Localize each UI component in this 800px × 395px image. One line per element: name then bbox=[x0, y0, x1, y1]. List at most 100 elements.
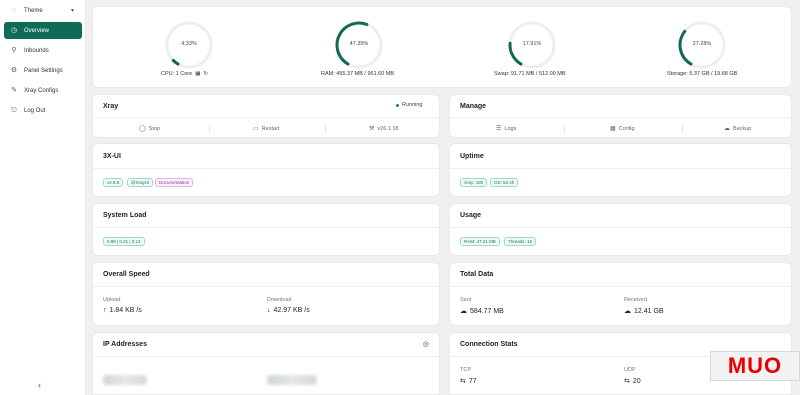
upload-label: Upload bbox=[103, 297, 121, 303]
sidebar-item-xray-configs[interactable]: ✎ Xray Configs bbox=[4, 82, 82, 99]
xray-status: Running bbox=[396, 102, 423, 108]
sidebar-item-log-out[interactable]: ⎋ Log Out bbox=[4, 102, 82, 119]
stop-button[interactable]: ◯ Stop bbox=[139, 125, 161, 133]
config-button[interactable]: ▦ Config bbox=[610, 125, 635, 133]
stop-label: Stop bbox=[148, 125, 161, 132]
ram-usage-tag: RAM: 47.21 MB bbox=[460, 237, 500, 246]
logs-label: Logs bbox=[504, 125, 517, 132]
separator bbox=[682, 125, 683, 133]
backup-button[interactable]: ☁ Backup bbox=[724, 125, 752, 133]
cloud-download-icon: ☁ bbox=[624, 308, 631, 315]
divider bbox=[450, 286, 791, 287]
version-tag: v2.8.8 bbox=[103, 178, 124, 187]
logs-button[interactable]: ☰ Logs bbox=[496, 125, 517, 133]
divider bbox=[93, 286, 439, 287]
udp-label: UDP bbox=[624, 367, 636, 373]
divider bbox=[93, 356, 439, 357]
stop-icon: ◯ bbox=[139, 126, 146, 132]
user-icon: ⚲ bbox=[11, 47, 17, 54]
usage-title: Usage bbox=[460, 212, 482, 219]
storage-percent: 27.28% bbox=[692, 41, 712, 47]
download-label: Download bbox=[267, 297, 292, 303]
grid-icon: ▦ bbox=[610, 126, 616, 132]
tcp-value-text: 77 bbox=[468, 377, 477, 385]
chevron-down-icon: ▾ bbox=[70, 8, 74, 14]
udp-value-text: 20 bbox=[632, 377, 641, 385]
sidebar-item-overview[interactable]: ◷ Overview bbox=[4, 22, 82, 39]
arrow-down-icon: ↓ bbox=[267, 307, 271, 314]
divider bbox=[450, 168, 791, 169]
divider bbox=[450, 117, 791, 118]
gear-icon: ⚙ bbox=[10, 67, 18, 74]
restart-label: Restart bbox=[261, 125, 280, 132]
divider bbox=[93, 117, 439, 118]
sidebar-item-theme[interactable]: ◌ Theme ▾ bbox=[4, 2, 82, 19]
separator bbox=[325, 125, 326, 133]
swap-icon: ⇆ bbox=[624, 378, 630, 385]
received-label: Received bbox=[624, 297, 647, 303]
separator bbox=[564, 125, 565, 133]
cloud-upload-icon: ☁ bbox=[460, 308, 467, 315]
chip-icon: ▦ bbox=[195, 71, 201, 77]
swap-percent: 17.91% bbox=[522, 41, 542, 47]
sent-value-text: 584.77 MB bbox=[470, 307, 504, 315]
connection-stats-title: Connection Stats bbox=[460, 341, 518, 348]
sidebar-item-label: Panel Settings bbox=[24, 67, 63, 74]
sidebar: ◌ Theme ▾ ◷ Overview ⚲ Inbounds ⚙ Panel … bbox=[0, 0, 86, 395]
status-dot bbox=[396, 103, 399, 107]
restart-button[interactable]: ▭ Restart bbox=[253, 125, 280, 133]
ram-label: RAM: 455.37 MB / 961.60 MB bbox=[321, 71, 395, 77]
divider bbox=[93, 168, 439, 169]
tool-icon: ✎ bbox=[11, 87, 17, 94]
manage-card: Manage ☰ Logs ▦ Config ☁ Backup bbox=[449, 94, 792, 138]
xray-uptime-tag: Xray: 18h bbox=[460, 178, 488, 187]
cpu-label-text: CPU: 1 Core bbox=[161, 71, 193, 77]
swap-icon: ⇆ bbox=[460, 378, 466, 385]
sidebar-item-label: Xray Configs bbox=[24, 87, 59, 94]
muo-logo-text: MUO bbox=[727, 353, 783, 378]
ram-percent: 47.35% bbox=[349, 41, 369, 47]
udp-value: ⇆ 20 bbox=[624, 377, 641, 386]
xray-title: Xray bbox=[103, 103, 119, 110]
cpu-percent: 4.33% bbox=[181, 41, 197, 47]
backup-label: Backup bbox=[733, 125, 752, 132]
sidebar-item-label: Theme bbox=[24, 7, 43, 14]
storage-label: Storage: 5.37 GB / 19.68 GB bbox=[667, 71, 738, 77]
uptime-card: Uptime Xray: 18h OS: 5d 4h bbox=[449, 143, 792, 197]
system-load-card: System Load 0.88 | 0.21 | 0.14 bbox=[92, 203, 440, 256]
divider bbox=[450, 227, 791, 228]
total-data-title: Total Data bbox=[460, 271, 494, 278]
restart-icon: ▭ bbox=[253, 126, 259, 132]
system-gauges-card: 4.33% CPU: 1 Core ▦ ↻ 47.35% RAM: 455.37… bbox=[92, 6, 792, 88]
bars-icon: ☰ bbox=[496, 126, 502, 132]
threads-tag: Threads: 18 bbox=[504, 237, 537, 246]
system-load-title: System Load bbox=[103, 212, 147, 219]
documentation-tag[interactable]: Documentation bbox=[155, 178, 194, 187]
cpu-label: CPU: 1 Core ▦ ↻ bbox=[161, 71, 208, 77]
ip-addresses-card: IP Addresses ◎ bbox=[92, 332, 440, 395]
manage-title: Manage bbox=[460, 103, 487, 110]
status-text: Running bbox=[402, 102, 423, 108]
usage-card: Usage RAM: 47.21 MB Threads: 18 bbox=[449, 203, 792, 256]
telegram-tag[interactable]: @XrayUI bbox=[127, 178, 154, 187]
history-icon[interactable]: ↻ bbox=[203, 71, 208, 77]
sidebar-item-panel-settings[interactable]: ⚙ Panel Settings bbox=[4, 62, 82, 79]
collapse-sidebar-icon[interactable]: ‹ bbox=[38, 380, 41, 390]
received-value-text: 12.41 GB bbox=[634, 307, 664, 315]
divider bbox=[93, 227, 439, 228]
tool-icon: ⚒ bbox=[369, 126, 375, 132]
tcp-label: TCP bbox=[460, 367, 471, 373]
sidebar-item-inbounds[interactable]: ⚲ Inbounds bbox=[4, 42, 82, 59]
bulb-icon: ◌ bbox=[11, 7, 17, 14]
load-average-tag: 0.88 | 0.21 | 0.14 bbox=[103, 237, 145, 246]
xray-version-button[interactable]: ⚒ v26.1.18 bbox=[369, 125, 399, 133]
sidebar-item-label: Inbounds bbox=[24, 47, 49, 54]
overall-speed-title: Overall Speed bbox=[103, 271, 150, 278]
eye-invisible-icon[interactable]: ◎ bbox=[423, 340, 429, 348]
threexui-title: 3X-UI bbox=[103, 153, 121, 160]
swap-label: Swap: 91.71 MB / 512.00 MB bbox=[494, 71, 566, 77]
ipv4-address-blurred bbox=[103, 375, 147, 385]
separator bbox=[209, 125, 210, 133]
threexui-card: 3X-UI v2.8.8 @XrayUI Documentation bbox=[92, 143, 440, 197]
ipv6-address-blurred bbox=[267, 375, 317, 385]
